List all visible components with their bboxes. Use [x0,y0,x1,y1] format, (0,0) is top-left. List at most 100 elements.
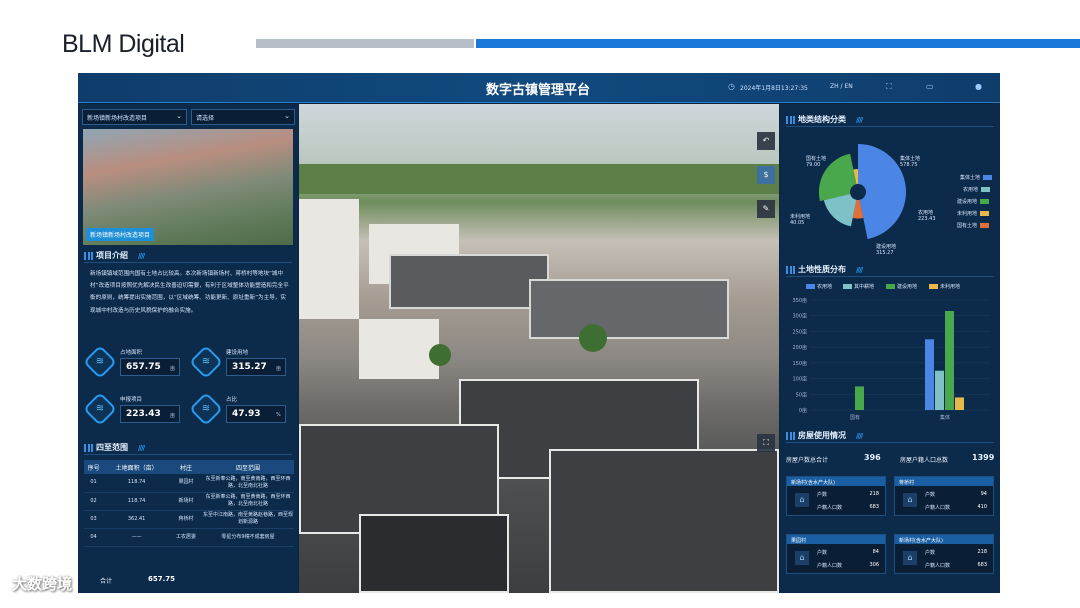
layers-icon: ≋ [201,403,211,414]
divider [786,442,994,443]
fullscreen-icon[interactable]: ⛶ [886,82,892,92]
households-total-label: 房屋户数总合计 [786,457,829,464]
tree [579,324,607,352]
bar-legend-item: 未利用地 [929,283,960,290]
pie-data-label: 集体土地 [900,155,920,162]
land-class-title: 地类结构分类//// [786,114,863,125]
boundary-section-title: 四至范围//// [84,442,145,453]
house-icon: ⌂ [903,551,917,565]
user-icon[interactable]: ● [975,82,982,91]
table-row[interactable]: 01 118.74 果园村 东至新奉公路，南至黄南路，西至环西路，北至南北社路 [84,474,294,493]
boundary-table: 序号 土地面积（亩） 村庄 四至范围 01 118.74 果园村 东至新奉公路，南至黄南路，… [84,460,294,547]
datetime: 2024年1月8日13:27:35 [740,85,808,92]
crop-icon[interactable]: ⛶ [757,434,775,452]
filter-select-value: 请选择 [196,115,215,122]
slide-bar-gray [256,39,474,48]
clock-icon: ◷ [728,82,735,91]
rooftop [389,254,549,309]
chart-icon [84,443,93,452]
back-icon[interactable]: ↶ [757,132,775,150]
village-card[interactable]: 果园村 ⌂ 户数 84 户籍人口数 306 [786,534,886,574]
layers-icon: ≋ [95,403,105,414]
village-card[interactable]: 蒋桥村 ⌂ 户数 94 户籍人口数 410 [894,476,994,516]
layers-icon: ≋ [95,356,105,367]
chevron-down-icon: ⌄ [176,112,182,120]
table-row[interactable]: 02 118.74 新场村 东至新奉公路，南至黄南路，西至环西路，北至南北社路 [84,492,294,511]
village-card[interactable]: 新场村(含水产大队) ⌂ 户数 218 户籍人口数 683 [786,476,886,516]
pie-data-label: 国有土地 [806,155,826,162]
divider [84,262,292,263]
stat-card-declared: ≋ 申报项目 223.43 亩 [83,391,184,431]
pie-legend-item: 国有土地 [957,222,990,229]
population-total-label: 房屋户籍人口总数 [900,457,949,464]
pie-data-label: 未利用地 [790,213,810,220]
filter-select[interactable]: 请选择 ⌄ [191,109,295,125]
left-panel: 新场镇新场村改造项目 ⌄ 请选择 ⌄ 新场镇新场村改造项目 项目介绍//// 新… [78,104,298,593]
currency-icon[interactable]: $ [757,166,775,184]
pie-legend-item: 建设用地 [957,198,990,205]
monitor-icon[interactable]: ▭ [926,82,934,91]
rooftop [529,279,729,339]
tree [429,344,451,366]
bar[interactable] [955,397,964,410]
courtyard [359,514,509,593]
table-row[interactable]: 04 —— 工农居委 零星分布9幢不成套房屋 [84,528,294,547]
pie-legend-item: 集体土地 [960,174,993,181]
dashboard-header: 数字古镇管理平台 ◷ 2024年1月8日13:27:35 ZH / EN ⛶ ▭… [78,73,1000,103]
bar[interactable] [925,339,934,410]
chart-icon [84,251,93,260]
chart-icon [786,115,795,124]
bar[interactable] [945,311,954,410]
pie-data-label: 建设用地 [876,243,896,250]
dashboard-screen: 数字古镇管理平台 ◷ 2024年1月8日13:27:35 ZH / EN ⛶ ▭… [78,73,1000,593]
project-intro-text: 新场镇镇域范围内国有土地占比较高。本次新场镇新场村、蒋桥村等地块“城中村”改造项… [90,271,289,314]
slide-bar-blue [476,39,1080,48]
pie-legend-item: 农用地 [963,186,991,193]
bar-legend-item: 其中耕地 [843,283,874,290]
pie-data-value: 40.05 [790,220,804,226]
village-card[interactable]: 新场村(含水产大队) ⌂ 户数 218 户籍人口数 683 [894,534,994,574]
table-row[interactable]: 03 362.41 蒋桥村 东至中江南路，南至黄路赵巷路，西至规划新源路 [84,510,294,529]
x-tick-label: 国有 [850,414,860,421]
y-tick-label: 50亩 [796,391,807,398]
stat-card-construction: ≋ 建设用地 315.27 亩 [189,344,290,384]
rooftop [549,449,779,593]
bar[interactable] [855,386,864,410]
x-tick-label: 集体 [940,414,950,421]
y-tick-label: 250亩 [792,328,807,335]
pie-data-value: 223.43 [918,216,936,222]
pie-data-value: 578.75 [900,162,918,168]
tree-line [299,164,779,194]
y-tick-label: 350亩 [792,297,807,304]
bar-legend-item: 农用地 [806,283,832,290]
chart-icon [786,431,795,440]
project-select-value: 新场镇新场村改造项目 [87,115,148,122]
pie-slice[interactable] [858,144,906,240]
bar[interactable] [935,370,944,410]
stat-card-area: ≋ 占地面积 657.75 亩 [83,344,184,384]
intro-section-title: 项目介绍//// [84,250,145,261]
brand-logo: BLM Digital [62,30,185,58]
house-icon: ⌂ [795,493,809,507]
y-tick-label: 100亩 [792,376,807,383]
building [299,199,359,319]
pie-data-value: 315.27 [876,250,894,255]
language-switch[interactable]: ZH / EN [830,83,853,90]
watermark: 大数跨境 [12,575,73,593]
y-tick-label: 0亩 [799,407,807,414]
housing-title: 房屋使用情况//// [786,430,863,441]
total-value: 657.75 [148,575,176,583]
aerial-3d-view[interactable]: ↶ $ ✎ ⛶ [299,104,779,593]
project-select[interactable]: 新场镇新场村改造项目 ⌄ [82,109,187,125]
stat-card-ratio: ≋ 占比 47.93% [189,391,290,431]
photo-caption: 新场镇新场村改造项目 [86,228,155,241]
house-icon: ⌂ [795,551,809,565]
pie-data-label: 农用地 [918,209,933,216]
population-total-value: 1399 [972,453,995,462]
building [359,319,439,379]
divider [84,454,292,455]
pen-icon[interactable]: ✎ [757,200,775,218]
page-title: 数字古镇管理平台 [485,83,590,98]
total-label: 合计 [100,578,113,585]
pie-data-value: 79.00 [806,162,820,168]
